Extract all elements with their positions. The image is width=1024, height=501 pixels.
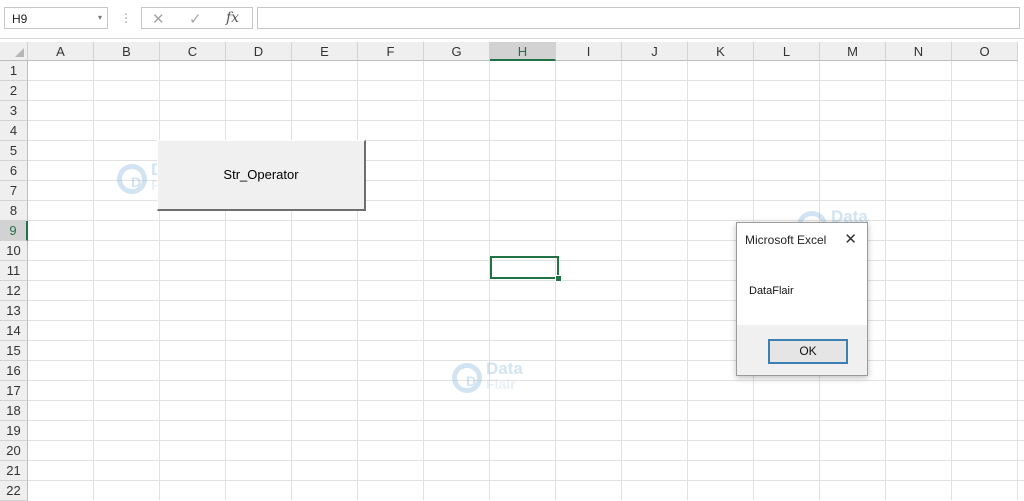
select-all-button[interactable] [0, 42, 28, 61]
dialog-footer: OK [737, 325, 867, 375]
dialog-message: DataFlair [749, 285, 794, 297]
fill-handle[interactable] [555, 275, 562, 282]
row-header-12[interactable]: 12 [0, 281, 28, 301]
column-header-l[interactable]: L [754, 42, 820, 61]
row-header-11[interactable]: 11 [0, 261, 28, 281]
grip-icon[interactable]: ⋮ [120, 10, 132, 26]
cell-area[interactable] [28, 61, 1024, 500]
str-operator-macro-button[interactable]: Str_Operator [157, 140, 366, 211]
formula-input[interactable] [257, 7, 1020, 29]
row-header-21[interactable]: 21 [0, 461, 28, 481]
row-header-17[interactable]: 17 [0, 381, 28, 401]
formula-bar: H9 ▾ ⋮ ✕ ✓ fx [0, 0, 1024, 39]
active-cell-h9[interactable] [490, 256, 559, 279]
row-header-6[interactable]: 6 [0, 161, 28, 181]
spreadsheet-grid: ABCDEFGHIJKLMNO 1 2 3 4 5 6 7 8 9 10 11 12 13 14 15 16 1… [0, 38, 1024, 501]
column-header-g[interactable]: G [424, 42, 490, 61]
chevron-down-icon[interactable]: ▾ [98, 13, 102, 22]
column-header-m[interactable]: M [820, 42, 886, 61]
close-icon[interactable]: ✕ [844, 230, 857, 248]
row-header-13[interactable]: 13 [0, 301, 28, 321]
message-box-dialog: Microsoft Excel ✕ DataFlair OK [736, 222, 868, 376]
column-header-a[interactable]: A [28, 42, 94, 61]
column-header-i[interactable]: I [556, 42, 622, 61]
column-header-j[interactable]: J [622, 42, 688, 61]
row-header-15[interactable]: 15 [0, 341, 28, 361]
row-header-14[interactable]: 14 [0, 321, 28, 341]
ok-button[interactable]: OK [768, 339, 848, 364]
row-header-8[interactable]: 8 [0, 201, 28, 221]
insert-function-icon[interactable]: fx [226, 10, 239, 26]
row-header-2[interactable]: 2 [0, 81, 28, 101]
row-header-5[interactable]: 5 [0, 141, 28, 161]
column-header-o[interactable]: O [952, 42, 1018, 61]
name-box[interactable]: H9 ▾ [4, 7, 108, 29]
cancel-icon[interactable]: ✕ [152, 10, 165, 28]
column-header-h[interactable]: H [490, 42, 556, 61]
column-header-e[interactable]: E [292, 42, 358, 61]
column-header-n[interactable]: N [886, 42, 952, 61]
column-header-d[interactable]: D [226, 42, 292, 61]
dataflair-logo-icon: D [117, 164, 147, 194]
row-header-16[interactable]: 16 [0, 361, 28, 381]
formula-buttons: ✕ ✓ fx [141, 7, 253, 29]
row-header-20[interactable]: 20 [0, 441, 28, 461]
dialog-title: Microsoft Excel [745, 233, 827, 247]
row-header-10[interactable]: 10 [0, 241, 28, 261]
row-header-22[interactable]: 22 [0, 481, 28, 501]
column-header-k[interactable]: K [688, 42, 754, 61]
row-header-18[interactable]: 18 [0, 401, 28, 421]
row-header-4[interactable]: 4 [0, 121, 28, 141]
check-icon[interactable]: ✓ [189, 10, 202, 28]
name-box-value: H9 [12, 12, 28, 26]
row-header-1[interactable]: 1 [0, 61, 28, 81]
row-header-7[interactable]: 7 [0, 181, 28, 201]
row-header-19[interactable]: 19 [0, 421, 28, 441]
column-header-f[interactable]: F [358, 42, 424, 61]
row-header-3[interactable]: 3 [0, 101, 28, 121]
column-header-c[interactable]: C [160, 42, 226, 61]
row-header-9[interactable]: 9 [0, 221, 28, 241]
dataflair-logo-icon: D [452, 363, 482, 393]
column-header-b[interactable]: B [94, 42, 160, 61]
